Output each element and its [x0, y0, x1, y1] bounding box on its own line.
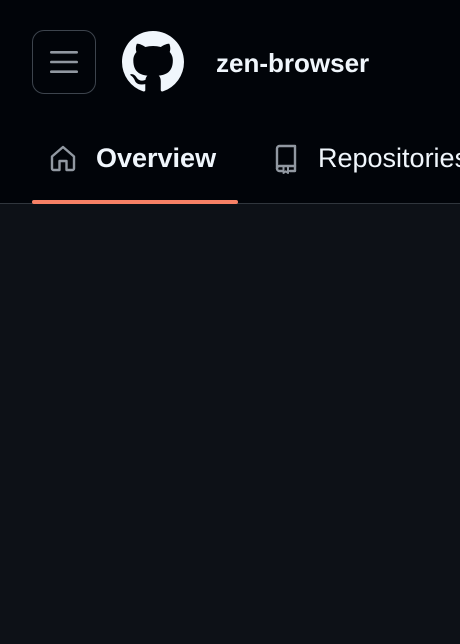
tab-repositories[interactable]: Repositories — [256, 118, 460, 204]
tab-overview-label: Overview — [96, 143, 217, 173]
main-content — [0, 204, 460, 644]
home-icon — [47, 142, 79, 174]
github-logo-icon — [122, 31, 184, 92]
tab-overview[interactable]: Overview — [32, 118, 238, 204]
org-header: zen-browser Overview Repositories — [0, 0, 460, 204]
org-name[interactable]: zen-browser — [216, 45, 369, 81]
page: zen-browser Overview Repositories — [0, 0, 460, 644]
repo-icon — [270, 142, 302, 174]
tab-repositories-label: Repositories — [318, 143, 460, 173]
hamburger-menu-icon — [50, 51, 78, 73]
open-menu-button[interactable] — [32, 30, 96, 94]
github-logo-link[interactable] — [122, 31, 184, 93]
org-nav-tabs: Overview Repositories — [0, 118, 460, 204]
